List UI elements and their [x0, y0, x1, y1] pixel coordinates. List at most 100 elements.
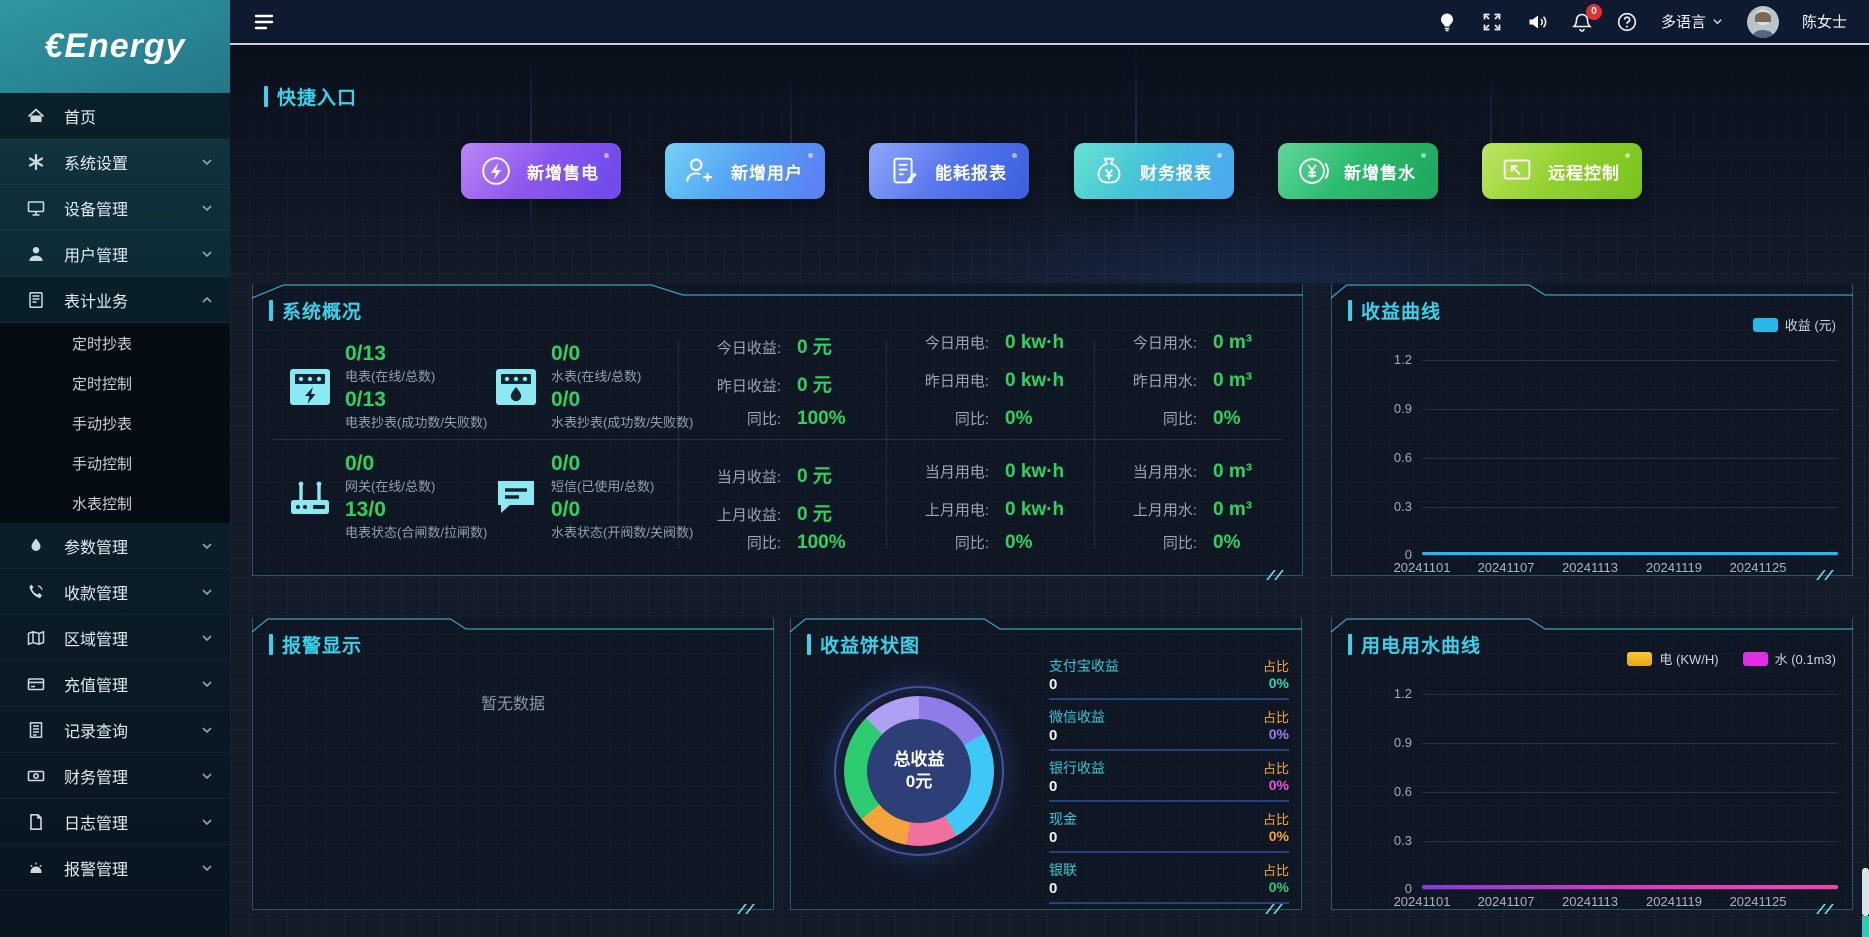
sidebar-item-device-management[interactable]: 设备管理	[0, 185, 230, 231]
corner-decoration	[1263, 904, 1285, 914]
pie-ratio-label: 占比	[1263, 707, 1289, 726]
droplet-icon	[26, 536, 46, 556]
panel-title-text: 系统概况	[282, 297, 362, 324]
pie-row-value: 0	[1049, 829, 1057, 846]
submenu-item-manual-control[interactable]: 手动控制	[0, 443, 230, 483]
submenu-item-timed-control[interactable]: 定时控制	[0, 363, 230, 403]
submenu-item-label: 手动抄表	[72, 413, 132, 434]
pie-row-value: 0	[1049, 676, 1057, 693]
quick-button-label: 远程控制	[1548, 159, 1620, 184]
sidebar-item-label: 表计业务	[64, 288, 200, 312]
page-scrollbar[interactable]	[1862, 45, 1869, 937]
stat-value: 0%	[1213, 532, 1240, 554]
y-axis-tick: 0.6	[1344, 450, 1412, 465]
sidebar-item-meter-business[interactable]: 表计业务	[0, 277, 230, 323]
theme-bulb-icon[interactable]	[1436, 11, 1458, 33]
quick-button-label: 能耗报表	[935, 159, 1007, 184]
pie-ratio-label: 占比	[1263, 656, 1289, 675]
sidebar-item-recharge-management[interactable]: 充值管理	[0, 661, 230, 707]
scrollbar-thumb[interactable]	[1862, 868, 1869, 916]
sidebar-item-home[interactable]: 首页	[0, 93, 230, 139]
user-avatar[interactable]	[1747, 6, 1779, 38]
stat-label: 同比:	[1102, 532, 1197, 553]
legend-electricity[interactable]: 电 (KW/H)	[1627, 649, 1718, 668]
sidebar-item-log-management[interactable]: 日志管理	[0, 799, 230, 845]
new-electricity-sale-button[interactable]: 新增售电	[461, 143, 621, 199]
stat-value: 0/0	[345, 452, 487, 476]
quick-entry-title: 快捷入口	[264, 83, 357, 110]
gridline	[1422, 409, 1838, 410]
main-content: 快捷入口 新增售电 新增用户 能耗报表 财务报表 新增售水 远程控制	[230, 45, 1869, 937]
stat-label: 同比:	[1102, 408, 1197, 429]
stat-label: 当月收益:	[686, 466, 781, 487]
new-water-sale-button[interactable]: 新增售水	[1278, 143, 1438, 199]
remote-control-button[interactable]: 远程控制	[1482, 143, 1642, 199]
sidebar-item-region-management[interactable]: 区域管理	[0, 615, 230, 661]
sidebar-item-parameter-management[interactable]: 参数管理	[0, 523, 230, 569]
sound-icon[interactable]	[1526, 11, 1548, 33]
x-axis-tick: 20241119	[1646, 560, 1702, 575]
sidebar-item-user-management[interactable]: 用户管理	[0, 231, 230, 277]
sidebar-item-collection-management[interactable]: 收款管理	[0, 569, 230, 615]
sidebar-item-alarm-management[interactable]: 报警管理	[0, 845, 230, 891]
submenu-item-water-meter-control[interactable]: 水表控制	[0, 483, 230, 523]
divider	[1094, 340, 1095, 549]
menu-toggle-icon[interactable]	[252, 10, 276, 34]
title-accent-bar	[1348, 634, 1352, 655]
sidebar-item-label: 收款管理	[64, 580, 200, 604]
panel-title-text: 报警显示	[282, 631, 362, 658]
chevron-down-icon	[200, 247, 214, 261]
title-accent-bar	[264, 86, 268, 107]
sidebar-item-label: 首页	[64, 104, 214, 128]
stat-value: 0 元	[797, 370, 832, 397]
submenu-item-manual-reading[interactable]: 手动抄表	[0, 403, 230, 443]
panel-title: 系统概况	[269, 297, 362, 324]
section-title-text: 快捷入口	[277, 83, 357, 110]
y-axis-tick: 1.2	[1344, 352, 1412, 367]
x-axis-tick: 20241113	[1562, 560, 1618, 575]
stat-value: 0 m³	[1213, 370, 1252, 392]
stat-label: 今日用电:	[894, 332, 989, 353]
sidebar-item-label: 用户管理	[64, 242, 200, 266]
y-axis-tick: 1.2	[1344, 686, 1412, 701]
sidebar-item-record-query[interactable]: 记录查询	[0, 707, 230, 753]
legend-label: 收益 (元)	[1785, 315, 1836, 334]
legend-water[interactable]: 水 (0.1m3)	[1743, 649, 1836, 668]
pie-legend-row-bank: 银行收益 0 占比 0%	[1049, 758, 1289, 804]
fullscreen-icon[interactable]	[1481, 11, 1503, 33]
stat-label: 昨日用电:	[894, 370, 989, 391]
chevron-down-icon	[200, 677, 214, 691]
legend-revenue[interactable]: 收益 (元)	[1753, 315, 1836, 334]
pie-ratio-value: 0%	[1269, 726, 1289, 742]
sidebar-item-system-settings[interactable]: 系统设置	[0, 139, 230, 185]
panel-title-text: 收益曲线	[1361, 297, 1441, 324]
water-meter-icon	[493, 364, 539, 410]
sidebar-item-label: 充值管理	[64, 672, 200, 696]
sidebar-item-finance-management[interactable]: 财务管理	[0, 753, 230, 799]
quick-button-label: 新增售水	[1344, 159, 1416, 184]
stat-value: 0/0	[551, 498, 693, 522]
gridline	[1422, 694, 1838, 695]
submenu-item-timed-reading[interactable]: 定时抄表	[0, 323, 230, 363]
language-selector[interactable]: 多语言	[1661, 11, 1724, 32]
pie-row-label: 银联	[1049, 860, 1077, 880]
stat-value: 0 m³	[1213, 461, 1252, 483]
help-icon[interactable]	[1616, 11, 1638, 33]
stat-value: 13/0	[345, 498, 487, 522]
topbar: 0 多语言 陈女士	[230, 0, 1869, 45]
revenue-stats-column: 今日收益:0 元 昨日收益:0 元 同比:100% 当月收益:0 元 上月收益:…	[686, 284, 886, 575]
sidebar-item-label: 系统设置	[64, 150, 200, 174]
new-user-button[interactable]: 新增用户	[665, 143, 825, 199]
alarm-siren-icon	[26, 858, 46, 878]
notification-bell-icon[interactable]: 0	[1571, 11, 1593, 33]
energy-report-button[interactable]: 能耗报表	[869, 143, 1029, 199]
gridline	[1422, 792, 1838, 793]
pie-ratio-value: 0%	[1269, 777, 1289, 793]
panel-title: 用电用水曲线	[1348, 631, 1481, 658]
sidebar-item-label: 记录查询	[64, 718, 200, 742]
panel-frame-decoration	[790, 618, 1302, 632]
title-accent-bar	[269, 634, 273, 655]
x-axis-tick: 20241119	[1646, 894, 1702, 909]
panel-title: 收益曲线	[1348, 297, 1441, 324]
finance-report-button[interactable]: 财务报表	[1074, 143, 1234, 199]
